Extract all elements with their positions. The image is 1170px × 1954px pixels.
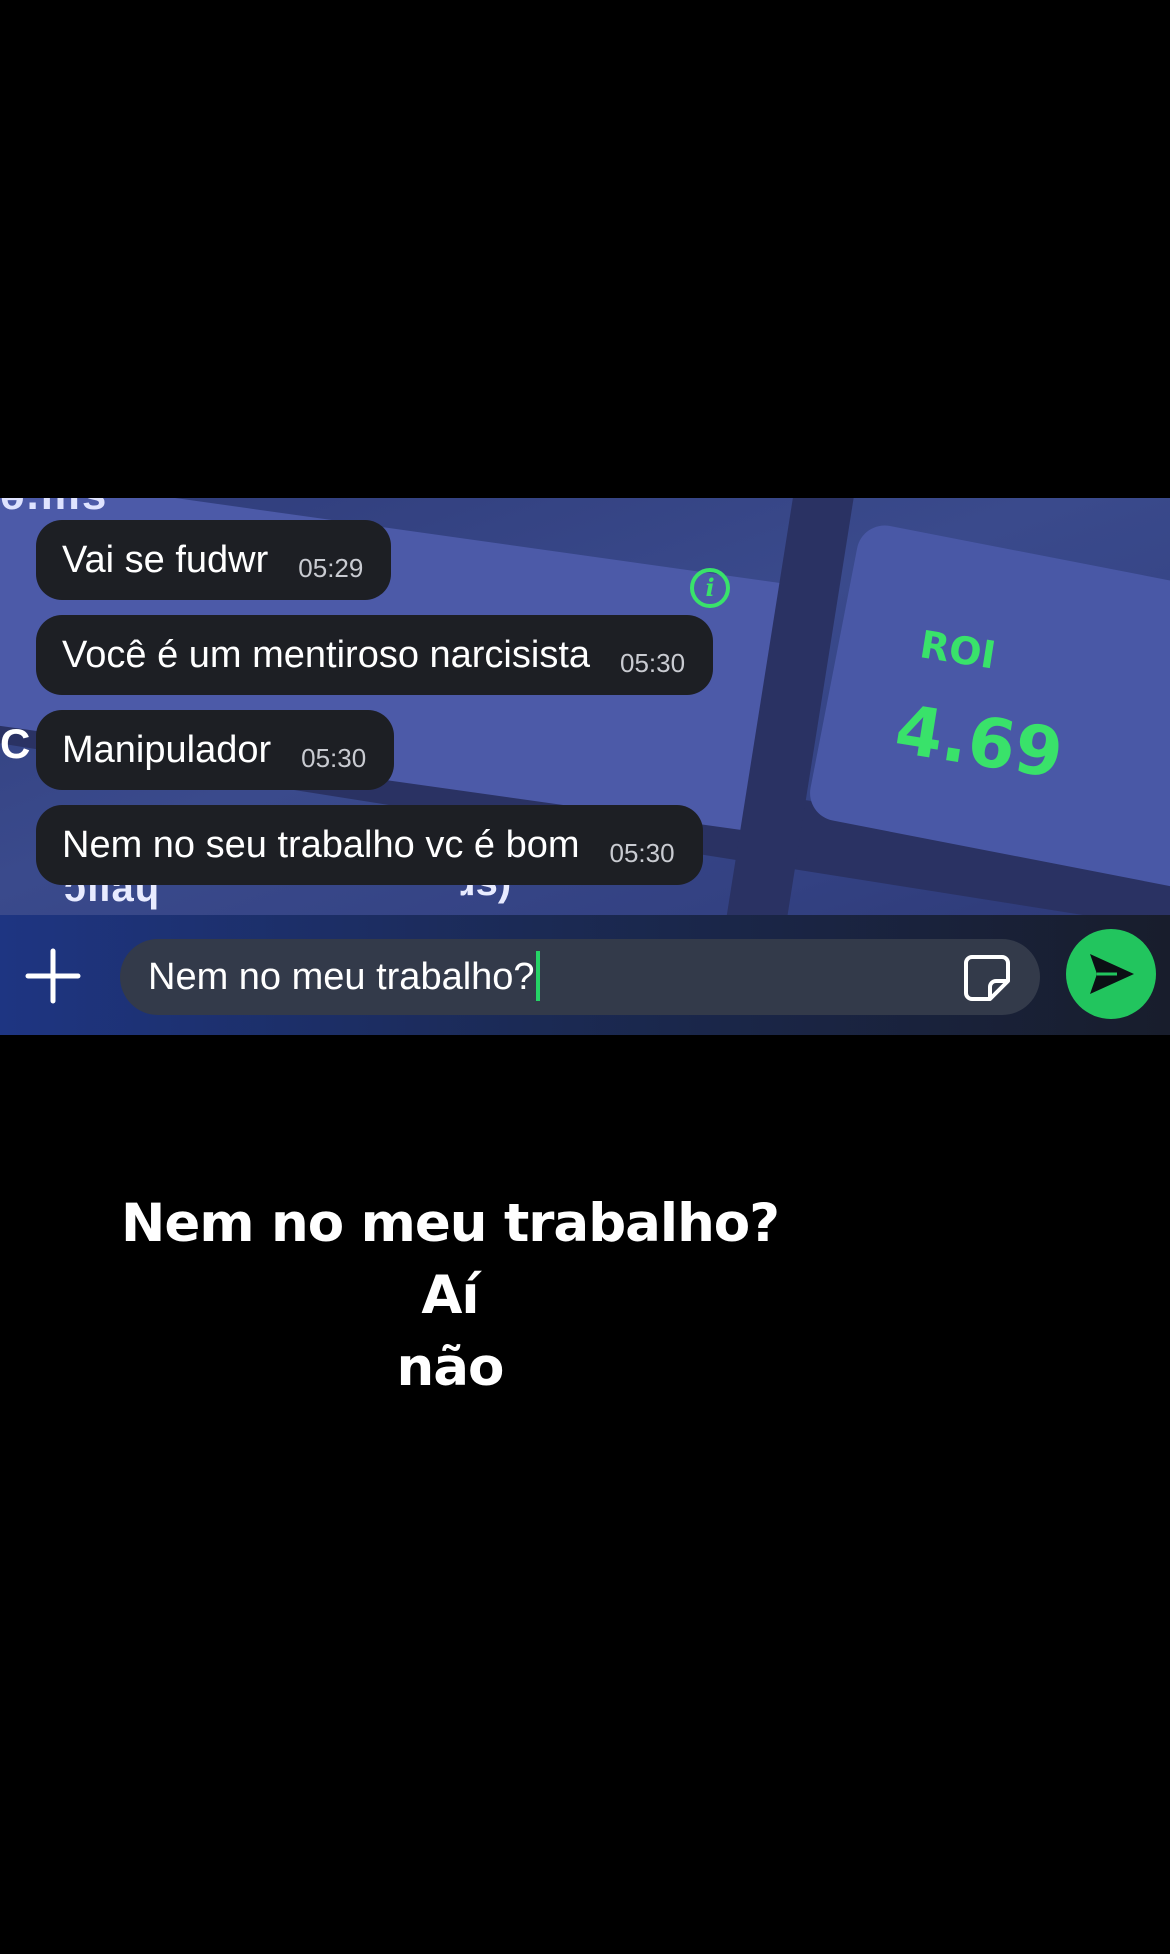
message-time: 05:30 — [620, 647, 686, 678]
info-icon: i — [690, 568, 730, 608]
caption-line: não — [396, 1337, 505, 1398]
message-text: Você é um mentiroso narcisista — [62, 634, 591, 676]
wallpaper-text-fragment: ə.ms — [0, 498, 200, 516]
send-icon — [1090, 954, 1134, 994]
message-text: Nem no seu trabalho vc é bom — [62, 824, 580, 866]
message-input-text: Nem no meu trabalho? — [148, 939, 540, 1015]
message-time: 05:29 — [298, 552, 364, 583]
message-bubble[interactable]: Você é um mentiroso narcisista 05:30 — [36, 615, 714, 695]
caption-line: Nem no meu trabalho? Aí — [121, 1193, 780, 1326]
text-caret — [535, 950, 540, 1001]
message-text: Manipulador — [62, 729, 272, 771]
send-button[interactable] — [1066, 929, 1156, 1019]
message-composer: Nem no meu trabalho? — [0, 915, 1170, 1035]
message-time: 05:30 — [301, 742, 367, 773]
message-time: 05:30 — [609, 837, 675, 868]
message-text: Vai se fudwr — [62, 539, 269, 581]
message-input[interactable]: Nem no meu trabalho? — [120, 939, 1040, 1015]
chat-screenshot: ə.ms i ROI 4.69 C ɔılaɥ ɹs) Vai se fudwr… — [0, 498, 1170, 1035]
plus-icon[interactable] — [22, 945, 84, 1007]
sticker-icon[interactable] — [962, 953, 1012, 1003]
video-frame: ə.ms i ROI 4.69 C ɔılaɥ ɹs) Vai se fudwr… — [0, 0, 1170, 1954]
message-bubble[interactable]: Manipulador 05:30 — [36, 710, 395, 790]
message-bubble[interactable]: Vai se fudwr 05:29 — [36, 520, 392, 600]
message-bubble[interactable]: Nem no seu trabalho vc é bom 05:30 — [36, 805, 703, 885]
message-input-value: Nem no meu trabalho? — [148, 956, 535, 998]
video-caption: Nem no meu trabalho? Aí não — [100, 1188, 800, 1404]
wallpaper-text-fragment: C — [0, 720, 31, 767]
